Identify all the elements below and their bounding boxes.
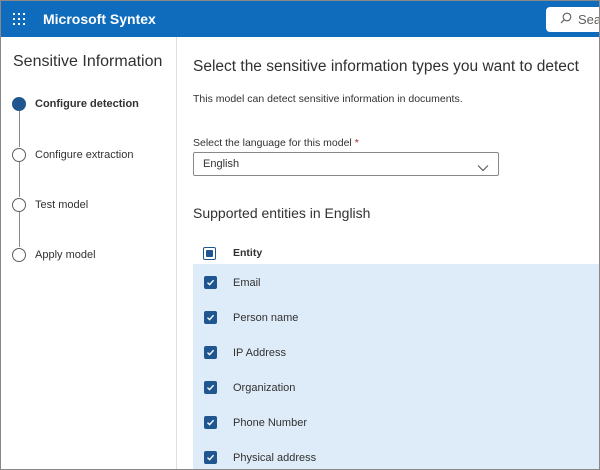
step-configure-detection[interactable]: Configure detection bbox=[12, 97, 139, 111]
search-box[interactable] bbox=[546, 7, 599, 32]
entity-row[interactable]: Person name bbox=[193, 300, 599, 335]
language-label: Select the language for this model * bbox=[193, 137, 359, 149]
search-icon bbox=[560, 11, 572, 29]
entity-name: Phone Number bbox=[233, 416, 307, 429]
entity-name: Physical address bbox=[233, 451, 317, 464]
step-connector bbox=[19, 111, 20, 147]
entity-name: IP Address bbox=[233, 346, 286, 359]
step-label: Configure extraction bbox=[35, 149, 134, 161]
app-title: Microsoft Syntex bbox=[43, 11, 156, 27]
checkmark-icon bbox=[207, 314, 215, 321]
entities-section-title: Supported entities in English bbox=[193, 205, 371, 221]
entity-name: Person name bbox=[233, 311, 299, 324]
search-input[interactable] bbox=[578, 12, 599, 27]
step-pending-icon bbox=[12, 198, 26, 212]
top-bar: Microsoft Syntex bbox=[1, 1, 599, 37]
entity-row[interactable]: IP Address bbox=[193, 335, 599, 370]
wizard-sidebar: Sensitive Information Configure detectio… bbox=[1, 37, 177, 469]
entity-column-header: Entity bbox=[233, 247, 263, 259]
language-dropdown-value: English bbox=[203, 158, 240, 170]
step-label: Test model bbox=[35, 199, 89, 211]
step-current-icon bbox=[12, 97, 26, 111]
step-configure-extraction[interactable]: Configure extraction bbox=[12, 148, 133, 162]
step-connector bbox=[19, 212, 20, 247]
sidebar-title: Sensitive Information bbox=[13, 53, 163, 70]
step-label: Apply model bbox=[35, 249, 96, 261]
entity-checkbox[interactable] bbox=[204, 276, 217, 289]
step-pending-icon bbox=[12, 248, 26, 262]
entity-checkbox[interactable] bbox=[204, 311, 217, 324]
language-label-text: Select the language for this model bbox=[193, 137, 352, 149]
checkmark-icon bbox=[207, 419, 215, 426]
main-content: Select the sensitive information types y… bbox=[178, 37, 599, 469]
entity-row[interactable]: Organization bbox=[193, 370, 599, 405]
checkmark-icon bbox=[207, 349, 215, 356]
app-launcher-icon[interactable] bbox=[1, 1, 37, 37]
required-marker: * bbox=[354, 137, 359, 149]
step-label: Configure detection bbox=[35, 98, 139, 110]
select-all-checkbox[interactable] bbox=[203, 246, 216, 260]
entity-name: Email bbox=[233, 276, 261, 289]
step-apply-model[interactable]: Apply model bbox=[12, 248, 96, 262]
entity-checkbox[interactable] bbox=[204, 416, 217, 429]
checkmark-icon bbox=[207, 279, 215, 286]
chevron-down-icon bbox=[477, 159, 489, 177]
page-description: This model can detect sensitive informat… bbox=[193, 93, 463, 105]
entity-checkbox[interactable] bbox=[204, 451, 217, 464]
app-window: Microsoft Syntex Sensitive Information C… bbox=[0, 0, 600, 470]
language-dropdown[interactable]: English bbox=[193, 152, 499, 176]
checkmark-icon bbox=[207, 454, 215, 461]
entity-name: Organization bbox=[233, 381, 296, 394]
entity-checkbox[interactable] bbox=[204, 381, 217, 394]
entity-row[interactable]: Phone Number bbox=[193, 405, 599, 440]
entity-list: Email Person name IP Address Organizatio… bbox=[193, 264, 599, 469]
page-title: Select the sensitive information types y… bbox=[193, 58, 579, 75]
checkmark-icon bbox=[207, 384, 215, 391]
step-test-model[interactable]: Test model bbox=[12, 198, 88, 212]
step-pending-icon bbox=[12, 148, 26, 162]
entity-row[interactable]: Physical address bbox=[193, 440, 599, 469]
entity-checkbox[interactable] bbox=[204, 346, 217, 359]
step-connector bbox=[19, 162, 20, 197]
entity-row[interactable]: Email bbox=[193, 265, 599, 300]
entity-table-header: Entity bbox=[193, 239, 599, 267]
